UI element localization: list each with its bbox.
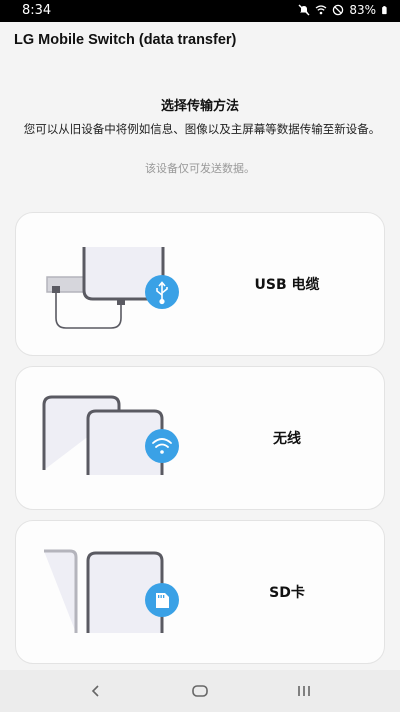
app-title: LG Mobile Switch (data transfer): [14, 32, 237, 48]
sd-card-label: SD卡: [269, 585, 305, 601]
usb-cable-label: USB 电缆: [254, 277, 320, 293]
sd-card-option[interactable]: SD卡: [15, 520, 385, 664]
wifi-icon: [315, 5, 327, 15]
send-only-note: 该设备仅可发送数据。: [145, 162, 255, 175]
sd-card-icon: [156, 593, 169, 608]
back-icon: [91, 685, 99, 697]
navigation-bar: [0, 670, 400, 712]
home-icon: [192, 685, 208, 697]
recents-button[interactable]: [274, 670, 334, 712]
wireless-illustration: [42, 395, 179, 475]
usb-cable-illustration: [46, 247, 179, 329]
page-heading: 选择传输方法: [160, 99, 239, 114]
wireless-option[interactable]: 无线: [15, 366, 385, 510]
status-icons: 83%: [298, 3, 390, 17]
recents-icon: [298, 686, 310, 696]
back-button[interactable]: [66, 670, 126, 712]
sd-card-illustration: [44, 549, 179, 633]
battery-percent: 83%: [349, 3, 376, 17]
status-time: 8:34: [22, 3, 52, 18]
usb-cable-option[interactable]: USB 电缆: [15, 212, 385, 356]
battery-icon: [382, 6, 387, 15]
status-bar: 8:34 83%: [0, 0, 400, 22]
mute-icon: [298, 4, 310, 16]
home-button[interactable]: [170, 670, 230, 712]
wireless-label: 无线: [273, 431, 301, 447]
do-not-disturb-icon: [333, 4, 344, 16]
description-text: 您可以从旧设备中将例如信息、图像以及主屏幕等数据传输至新设备。: [23, 122, 381, 136]
